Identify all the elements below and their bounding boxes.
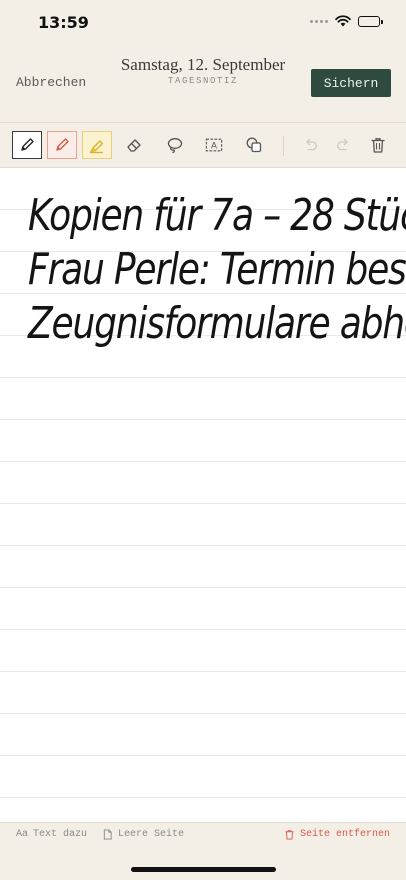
handwriting-line: Kopien für 7a – 28 Stück (28, 190, 406, 241)
handwriting-line: Frau Perle: Termin bestätigen (28, 244, 406, 295)
status-time: 13:59 (38, 13, 89, 32)
blank-page-button[interactable]: Leere Seite (102, 829, 184, 840)
page-subtitle: TAGESNOTIZ (167, 76, 238, 86)
pen-icon (56, 138, 69, 151)
pen-icon (21, 138, 34, 151)
handwriting-line: Zeugnisformulare abholen (28, 298, 406, 349)
lasso-icon (167, 138, 183, 154)
blank-page-label: Leere Seite (118, 829, 185, 840)
page-title: Samstag, 12. September (120, 55, 286, 74)
remove-page-label: Seite entfernen (300, 829, 391, 840)
eraser-icon (127, 139, 141, 152)
lasso-tool[interactable] (159, 131, 189, 159)
toolbar-divider (283, 136, 284, 156)
status-icons (310, 15, 383, 27)
redo-icon (337, 138, 348, 151)
undo-button[interactable] (295, 131, 325, 159)
text-box-tool[interactable]: A (199, 131, 229, 159)
text-box-icon: A (205, 138, 223, 152)
highlighter-yellow-tool[interactable] (82, 131, 112, 159)
shapes-icon (246, 137, 262, 153)
header: Abbrechen Samstag, 12. September TAGESNO… (0, 48, 406, 122)
home-indicator[interactable] (131, 867, 276, 872)
shapes-tool[interactable] (239, 131, 269, 159)
wifi-icon (335, 15, 351, 27)
battery-icon (358, 15, 383, 27)
highlighter-icon (90, 140, 104, 154)
cancel-button[interactable]: Abbrechen (16, 75, 86, 90)
trash-icon (285, 830, 294, 840)
signal-icon (310, 19, 328, 23)
pen-red-tool[interactable] (47, 131, 77, 159)
add-text-button[interactable]: Aa Text dazu (16, 829, 87, 840)
add-text-label: Text dazu (33, 829, 88, 840)
text-format-icon: Aa (16, 829, 29, 840)
delete-button[interactable] (363, 131, 393, 159)
eraser-tool[interactable] (119, 131, 149, 159)
pen-black-tool[interactable] (12, 131, 42, 159)
toolbar: A (0, 122, 406, 168)
trash-icon (371, 138, 385, 153)
note-canvas[interactable]: Kopien für 7a – 28 Stück Frau Perle: Ter… (0, 168, 406, 822)
save-button[interactable]: Sichern (311, 69, 391, 97)
document-icon (103, 829, 112, 840)
text-box-glyph: A (211, 141, 217, 151)
redo-button[interactable] (329, 131, 359, 159)
undo-icon (306, 138, 317, 151)
title-block: Samstag, 12. September TAGESNOTIZ (118, 54, 288, 86)
remove-page-button[interactable]: Seite entfernen (284, 829, 390, 840)
status-bar: 13:59 (0, 0, 406, 48)
